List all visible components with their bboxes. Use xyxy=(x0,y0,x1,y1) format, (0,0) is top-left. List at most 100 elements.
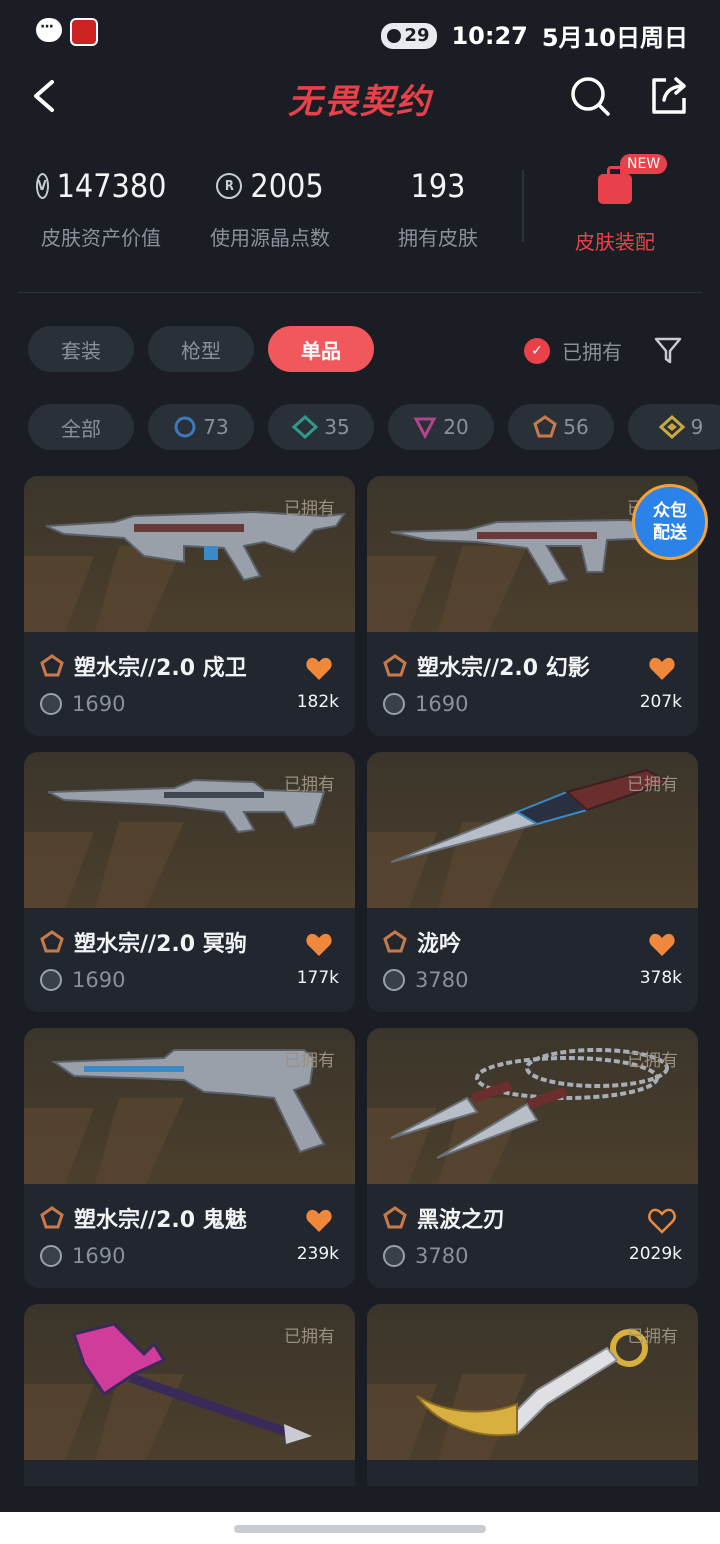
heart-icon[interactable] xyxy=(305,1208,333,1234)
premium-tier-icon xyxy=(413,417,437,439)
like-count: 207k xyxy=(639,692,682,712)
owned-label: 已拥有 xyxy=(627,775,678,795)
exclusive-tier-icon xyxy=(40,1206,64,1229)
skin-title: 泷吟 xyxy=(383,926,461,958)
price-value: 1690 xyxy=(72,692,126,716)
skin-title: 黑波之刃 xyxy=(383,1202,505,1234)
app-logo-title: 无畏契约 xyxy=(288,82,432,122)
tab-single-item[interactable]: 单品 xyxy=(268,326,374,372)
heart-icon[interactable] xyxy=(305,656,333,682)
new-badge: NEW xyxy=(620,154,668,174)
stat-owned-skins: 193 拥有皮肤 xyxy=(388,160,488,251)
skin-loadout-button[interactable]: 皮肤装配 xyxy=(560,160,670,255)
select-tier-icon xyxy=(174,416,196,438)
message-icon xyxy=(36,18,62,42)
owned-label: 已拥有 xyxy=(627,1327,678,1347)
chip-all[interactable]: 全部 xyxy=(28,404,134,450)
skin-card[interactable]: 已拥有 塑水宗//2.0 戍卫 1690 182k xyxy=(24,476,355,736)
stat-label: 使用源晶点数 xyxy=(210,226,330,250)
owned-label: 已拥有 xyxy=(284,499,335,519)
chip-exclusive-tier[interactable]: 56 xyxy=(508,404,614,450)
battery-level: 29 xyxy=(404,25,430,46)
chip-label: 全部 xyxy=(61,416,101,441)
price-value: 3780 xyxy=(415,1244,469,1268)
owned-filter-label: 已拥有 xyxy=(562,340,622,364)
deluxe-tier-icon xyxy=(292,415,319,439)
skin-card[interactable]: 已拥有 塑水宗//2.0 冥驹 1690 177k xyxy=(24,752,355,1012)
skin-image: 已拥有 xyxy=(367,1028,698,1184)
skin-image: 已拥有 xyxy=(24,476,355,632)
skin-name: 塑水宗//2.0 戍卫 xyxy=(74,656,247,681)
bundle-delivery-badge[interactable]: 众包 配送 xyxy=(632,484,708,560)
vp-coin-icon xyxy=(383,1245,405,1267)
chip-deluxe-tier[interactable]: 35 xyxy=(268,404,374,450)
date: 5月10日周日 xyxy=(541,24,688,52)
top-nav: 无畏契约 xyxy=(0,66,720,136)
price-value: 1690 xyxy=(72,968,126,992)
chip-premium-tier[interactable]: 20 xyxy=(388,404,494,450)
clock: 10:27 xyxy=(451,21,528,50)
skin-price: 1690 xyxy=(40,692,125,716)
skin-name: 塑水宗//2.0 幻影 xyxy=(417,656,590,681)
skin-card[interactable]: 已拥有 xyxy=(367,1304,698,1486)
skin-image: 已拥有 xyxy=(24,752,355,908)
heart-icon[interactable] xyxy=(648,656,676,682)
skin-title: 塑水宗//2.0 冥驹 xyxy=(40,926,247,958)
chip-count: 20 xyxy=(443,415,469,439)
skin-card[interactable]: 已拥有 泷吟 3780 378k xyxy=(367,752,698,1012)
skin-name: 塑水宗//2.0 鬼魅 xyxy=(74,1208,247,1233)
vp-coin-icon xyxy=(40,1245,62,1267)
skin-card[interactable]: 已拥有 塑水宗//2.0 鬼魅 1690 239k xyxy=(24,1028,355,1288)
radianite-icon: R xyxy=(216,173,243,199)
heart-icon[interactable] xyxy=(648,932,676,958)
like-count: 239k xyxy=(296,1244,339,1264)
owned-filter-toggle[interactable]: ✓ 已拥有 xyxy=(524,336,622,365)
chip-count: 56 xyxy=(563,415,589,439)
exclusive-tier-icon xyxy=(383,654,407,677)
exclusive-tier-icon xyxy=(40,930,64,953)
exclusive-tier-icon xyxy=(383,930,407,953)
stat-value: 193 xyxy=(410,167,466,205)
like-count: 177k xyxy=(296,968,339,988)
tab-bundle[interactable]: 套装 xyxy=(28,326,134,372)
chip-ultra-tier[interactable]: 9 xyxy=(628,404,720,450)
skin-image: 已拥有 xyxy=(24,1028,355,1184)
status-bar: 29 10:27 5月10日周日 xyxy=(0,0,720,66)
heart-icon[interactable] xyxy=(305,932,333,958)
chip-count: 73 xyxy=(203,415,229,439)
stat-asset-value: V 147380 皮肤资产价值 xyxy=(35,160,167,251)
skin-loadout-label: 皮肤装配 xyxy=(575,230,655,254)
ultra-tier-icon xyxy=(658,415,685,439)
owned-label: 已拥有 xyxy=(627,1051,678,1071)
chip-count: 35 xyxy=(324,415,350,439)
badge-line: 众包 xyxy=(653,501,687,521)
divider xyxy=(18,292,702,293)
leaf-icon xyxy=(387,28,402,43)
vp-coin-icon xyxy=(383,969,405,991)
checkmark-icon: ✓ xyxy=(524,337,550,364)
stats-panel: V 147380 皮肤资产价值 R 2005 使用源晶点数 193 拥有皮肤 皮肤装… xyxy=(0,160,720,270)
price-value: 3780 xyxy=(415,968,469,992)
skin-image: 已拥有 xyxy=(367,1304,698,1460)
skin-name: 黑波之刃 xyxy=(417,1208,506,1233)
skin-image: 已拥有 xyxy=(24,1304,355,1460)
home-indicator[interactable] xyxy=(234,1525,486,1533)
search-icon[interactable] xyxy=(568,74,612,118)
owned-label: 已拥有 xyxy=(284,1051,335,1071)
skin-card[interactable]: 已拥有 xyxy=(24,1304,355,1486)
chip-select-tier[interactable]: 73 xyxy=(148,404,254,450)
like-count: 182k xyxy=(296,692,339,712)
stat-value: 147380 xyxy=(56,167,167,205)
price-value: 1690 xyxy=(415,692,469,716)
skin-card[interactable]: 已拥有 黑波之刃 3780 2029k xyxy=(367,1028,698,1288)
like-count: 2029k xyxy=(628,1244,682,1264)
skin-grid: 已拥有 塑水宗//2.0 戍卫 1690 182k 已拥有 塑水宗//2.0 幻… xyxy=(24,476,698,1486)
price-value: 1690 xyxy=(72,1244,126,1268)
filter-icon[interactable] xyxy=(652,334,684,366)
tab-weapon-type[interactable]: 枪型 xyxy=(148,326,254,372)
chip-count: 9 xyxy=(690,415,704,439)
share-icon[interactable] xyxy=(646,74,690,118)
skin-title: 塑水宗//2.0 幻影 xyxy=(383,650,590,682)
heart-outline-icon[interactable] xyxy=(648,1208,676,1234)
skin-price: 1690 xyxy=(40,968,125,992)
